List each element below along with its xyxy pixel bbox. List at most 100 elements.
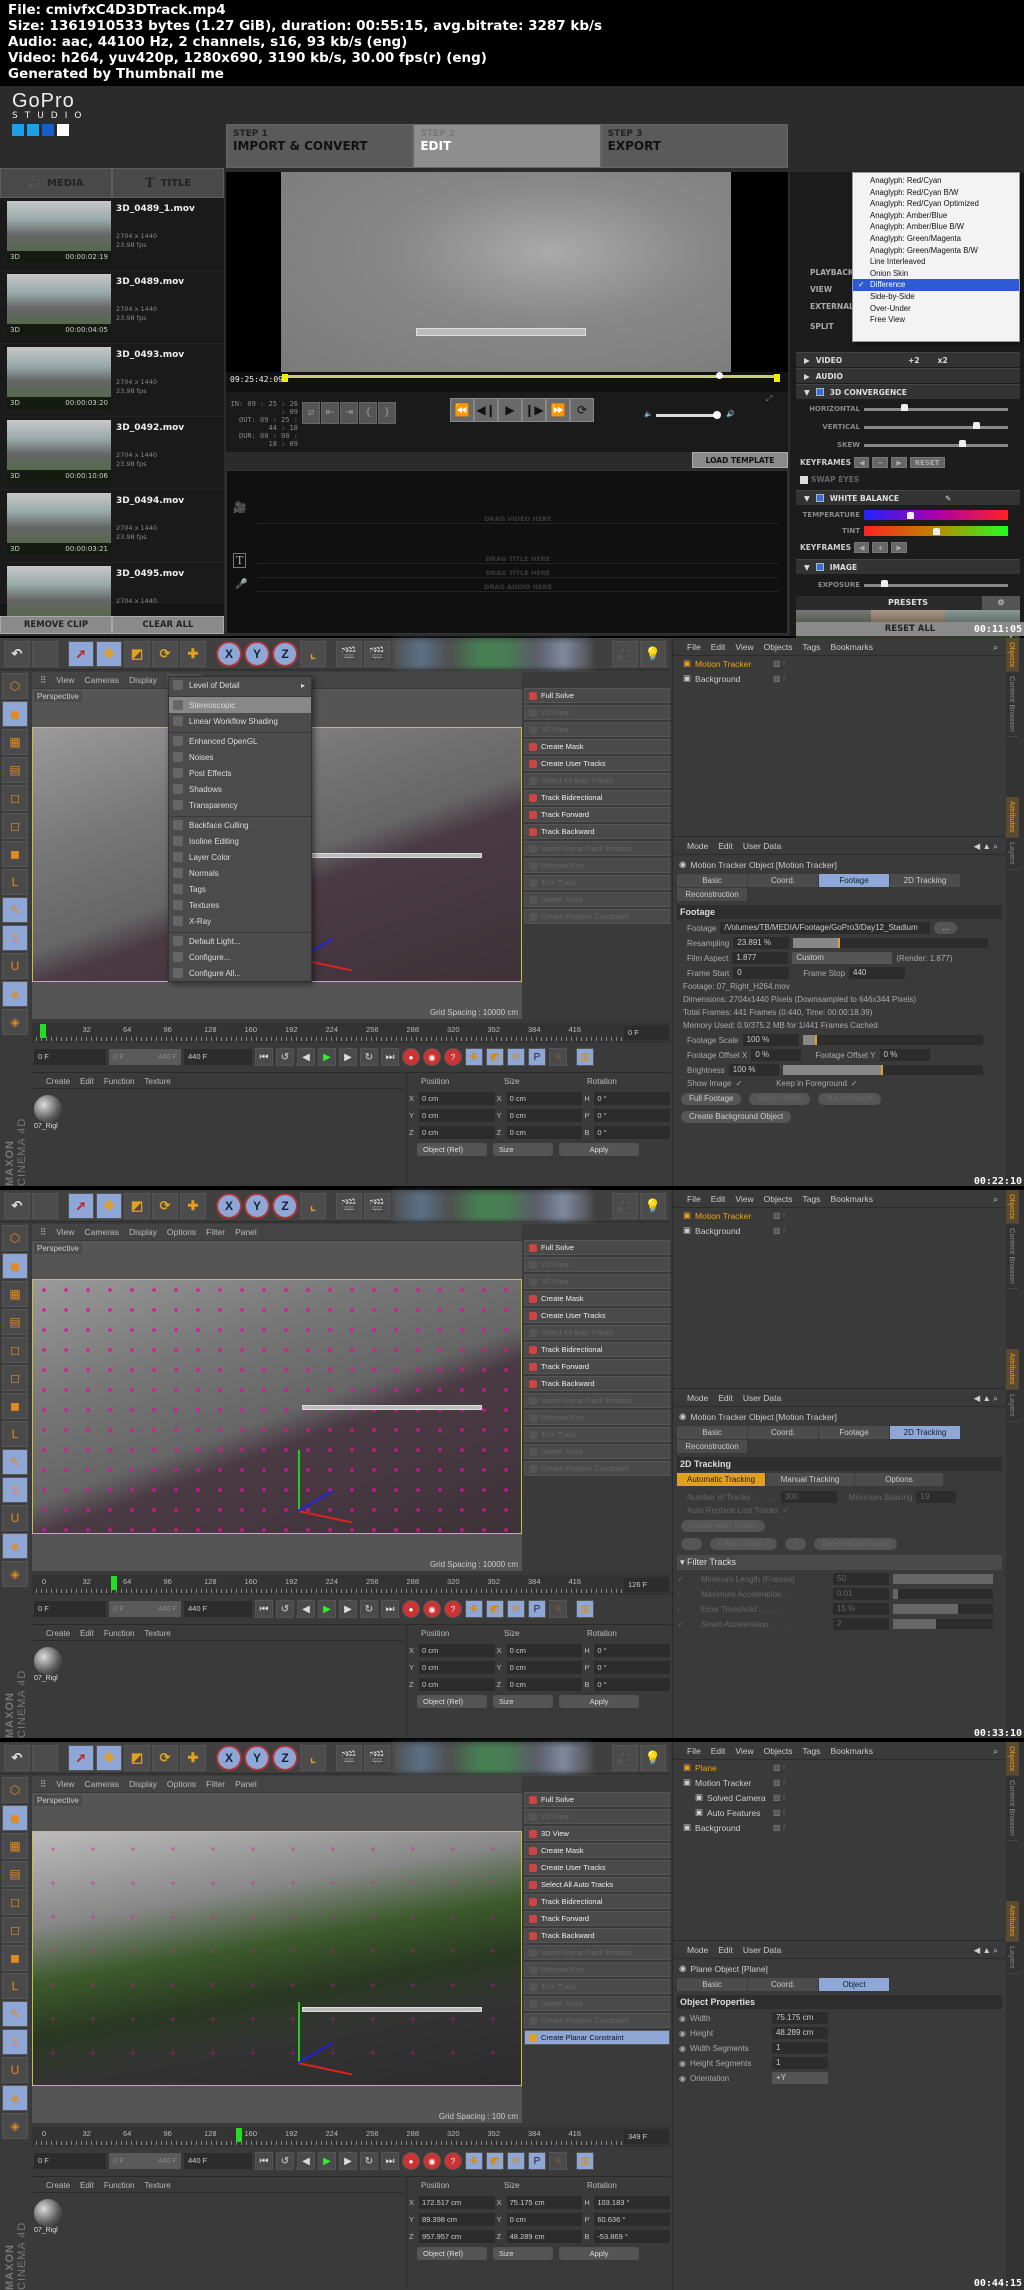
attr-menu-mode[interactable]: Mode: [687, 841, 708, 854]
view-option[interactable]: Side-by-Side: [853, 291, 1019, 303]
prev-frame-icon[interactable]: ◀: [297, 1048, 315, 1066]
viewport-menu-options[interactable]: Options: [167, 1227, 196, 1237]
points-icon[interactable]: ◻: [2, 1889, 28, 1915]
object-item[interactable]: ▣ Motion Tracker ▨ ⁝: [673, 1208, 1006, 1223]
filter-checkbox[interactable]: ▫: [677, 1590, 697, 1599]
tool-track-backward[interactable]: Track Backward: [524, 1376, 670, 1391]
material-menu-create[interactable]: Create: [46, 2181, 70, 2192]
go-to-end-icon[interactable]: ⏭: [381, 2152, 399, 2170]
tool-create-mask[interactable]: Create Mask: [524, 1291, 670, 1306]
offset-x-field[interactable]: 0 %: [751, 1049, 802, 1061]
size-x-field[interactable]: 0 cm: [506, 1092, 583, 1105]
tab-media[interactable]: 🎥 MEDIA: [0, 168, 112, 198]
move-icon[interactable]: ✥: [96, 1744, 122, 1771]
filter-checkbox[interactable]: ▫: [677, 1605, 697, 1614]
go-to-start-icon[interactable]: ⏮: [255, 2152, 273, 2170]
viewport-menu-display[interactable]: Display: [129, 1779, 157, 1789]
viewport-menu-panel[interactable]: Panel: [235, 1227, 257, 1237]
fast-forward-button[interactable]: ⏩: [546, 398, 570, 422]
size-y-field[interactable]: 0 cm: [506, 2213, 583, 2226]
resampling-field[interactable]: 23.891 %: [733, 937, 790, 949]
rotation-h-field[interactable]: 103.183 °: [594, 2196, 671, 2209]
polygon-icon[interactable]: ⬡: [2, 673, 28, 699]
undo-icon[interactable]: ↶: [4, 1744, 30, 1771]
tool-create-user-tracks[interactable]: Create User Tracks: [524, 1860, 670, 1875]
object-item[interactable]: ▣ Background ▨ ⁝: [673, 1223, 1006, 1238]
play-icon[interactable]: ▶: [318, 2152, 336, 2170]
attr-tab[interactable]: Basic: [677, 874, 747, 887]
attr-tab[interactable]: Reconstruction: [677, 1440, 747, 1453]
show-image-checkbox[interactable]: ✓: [735, 1079, 742, 1088]
tool-3d-view[interactable]: 3D View: [524, 722, 670, 737]
material-swatch[interactable]: 07_Rigl: [34, 1095, 64, 1133]
drop-zone-audio[interactable]: DRAG AUDIO HERE: [257, 583, 779, 592]
filter-slider[interactable]: [893, 1604, 993, 1614]
attr-menu-edit[interactable]: Edit: [718, 1393, 733, 1406]
step-import[interactable]: STEP 1 IMPORT & CONVERT: [226, 124, 414, 168]
search-icon[interactable]: ⌕: [993, 1746, 998, 1759]
attr-tab[interactable]: 2D Tracking: [890, 874, 960, 887]
rotate-icon[interactable]: ⟳: [152, 1744, 178, 1771]
points-icon[interactable]: ◻: [2, 785, 28, 811]
clip-item[interactable]: 3D 00:00:02:19 3D_0489_1.mov 2704 x 1440 2…: [0, 198, 224, 271]
key-rotation-icon[interactable]: ⟳: [507, 2152, 525, 2170]
viewport-menu-display[interactable]: Display: [129, 675, 157, 685]
object-menu-view[interactable]: View: [735, 1746, 753, 1759]
view-option[interactable]: Anaglyph: Green/Magenta: [853, 233, 1019, 245]
clip-item[interactable]: 3D 00:00:03:20 3D_0493.mov 2704 x 1440 23.…: [0, 344, 224, 417]
filter-value-field[interactable]: 50: [833, 1573, 889, 1585]
object-visibility-toggles[interactable]: ▨ ⁝: [773, 659, 785, 668]
record-keys-icon[interactable]: ●: [402, 1048, 420, 1066]
options-menu-item[interactable]: X-Ray: [169, 913, 311, 929]
plane-prop-field[interactable]: 1: [771, 2057, 828, 2069]
edges-icon[interactable]: ◻: [2, 813, 28, 839]
timeline-playhead[interactable]: [110, 1576, 117, 1590]
key-param-icon[interactable]: P: [528, 1600, 546, 1618]
remove-keyframe-button[interactable]: −: [872, 457, 889, 468]
timeline-window-icon[interactable]: ▥: [576, 1048, 594, 1066]
options-menu-item[interactable]: Configure All...: [169, 965, 311, 981]
tool-3d-view[interactable]: 3D View: [524, 1274, 670, 1289]
auto-track-nav-button[interactable]: >: [785, 1538, 806, 1550]
tool-track-forward[interactable]: Track Forward: [524, 1911, 670, 1926]
tracking-subtab[interactable]: Automatic Tracking: [677, 1473, 765, 1486]
tool-track-bidirectional[interactable]: Track Bidirectional: [524, 1342, 670, 1357]
size-z-field[interactable]: 0 cm: [506, 1126, 583, 1139]
next-frame-icon[interactable]: ▶: [339, 2152, 357, 2170]
scrub-bar[interactable]: 09:25:42:09: [226, 372, 788, 392]
object-visibility-toggles[interactable]: ▨ ⁝: [773, 1763, 785, 1772]
create-background-object-button[interactable]: Create Background Object: [681, 1111, 792, 1123]
play-icon[interactable]: ▶: [318, 1600, 336, 1618]
footage-fit-button[interactable]: Match Width: [749, 1093, 810, 1105]
footage-fit-button[interactable]: Match Height: [817, 1093, 882, 1105]
material-swatch[interactable]: 07_Rigl: [34, 2199, 64, 2237]
options-menu-item[interactable]: Normals: [169, 865, 311, 881]
key-pla-icon[interactable]: ⁘: [549, 1600, 567, 1618]
view-mode-dropdown[interactable]: Anaglyph: Red/Cyan Anaglyph: Red/Cyan B/W…: [852, 172, 1020, 342]
vtab-objects[interactable]: Objects: [1006, 1190, 1019, 1225]
polygons-icon[interactable]: ◼: [2, 1393, 28, 1419]
viewport-menu-view[interactable]: View: [56, 1779, 74, 1789]
object-visibility-toggles[interactable]: ▨ ⁝: [773, 1211, 785, 1220]
next-frame-icon[interactable]: ▶: [339, 1048, 357, 1066]
section-image[interactable]: ▼ IMAGE: [796, 559, 1020, 574]
x-axis-icon[interactable]: X: [216, 1192, 242, 1219]
view-option[interactable]: Anaglyph: Red/Cyan: [853, 175, 1019, 187]
tool-full-solve[interactable]: Full Solve: [524, 1240, 670, 1255]
object-visibility-toggles[interactable]: ▨ ⁝: [773, 1808, 785, 1817]
options-menu-item[interactable]: Isoline Editing: [169, 833, 311, 849]
footage-scale-field[interactable]: 100 %: [742, 1034, 799, 1046]
filter-slider[interactable]: [893, 1589, 993, 1599]
tool-create-mask[interactable]: Create Mask: [524, 739, 670, 754]
rotation-b-field[interactable]: 0 °: [594, 1678, 671, 1691]
undo-icon[interactable]: ↶: [4, 1192, 30, 1219]
coord-mode-dropdown[interactable]: Object (Rel): [417, 2247, 487, 2260]
rotation-p-field[interactable]: 60.636 °: [594, 2213, 671, 2226]
snap-icon[interactable]: S: [2, 2029, 28, 2055]
view-option[interactable]: Anaglyph: Red/Cyan B/W: [853, 187, 1019, 199]
timeline-playhead[interactable]: [236, 2128, 243, 2142]
locked-workplane-icon[interactable]: ◈: [2, 2113, 28, 2139]
render-picture-viewer-icon[interactable]: 🎬: [364, 640, 390, 667]
tool-track-bidirectional[interactable]: Track Bidirectional: [524, 1894, 670, 1909]
tool-trim-track[interactable]: Trim Track: [524, 1427, 670, 1442]
